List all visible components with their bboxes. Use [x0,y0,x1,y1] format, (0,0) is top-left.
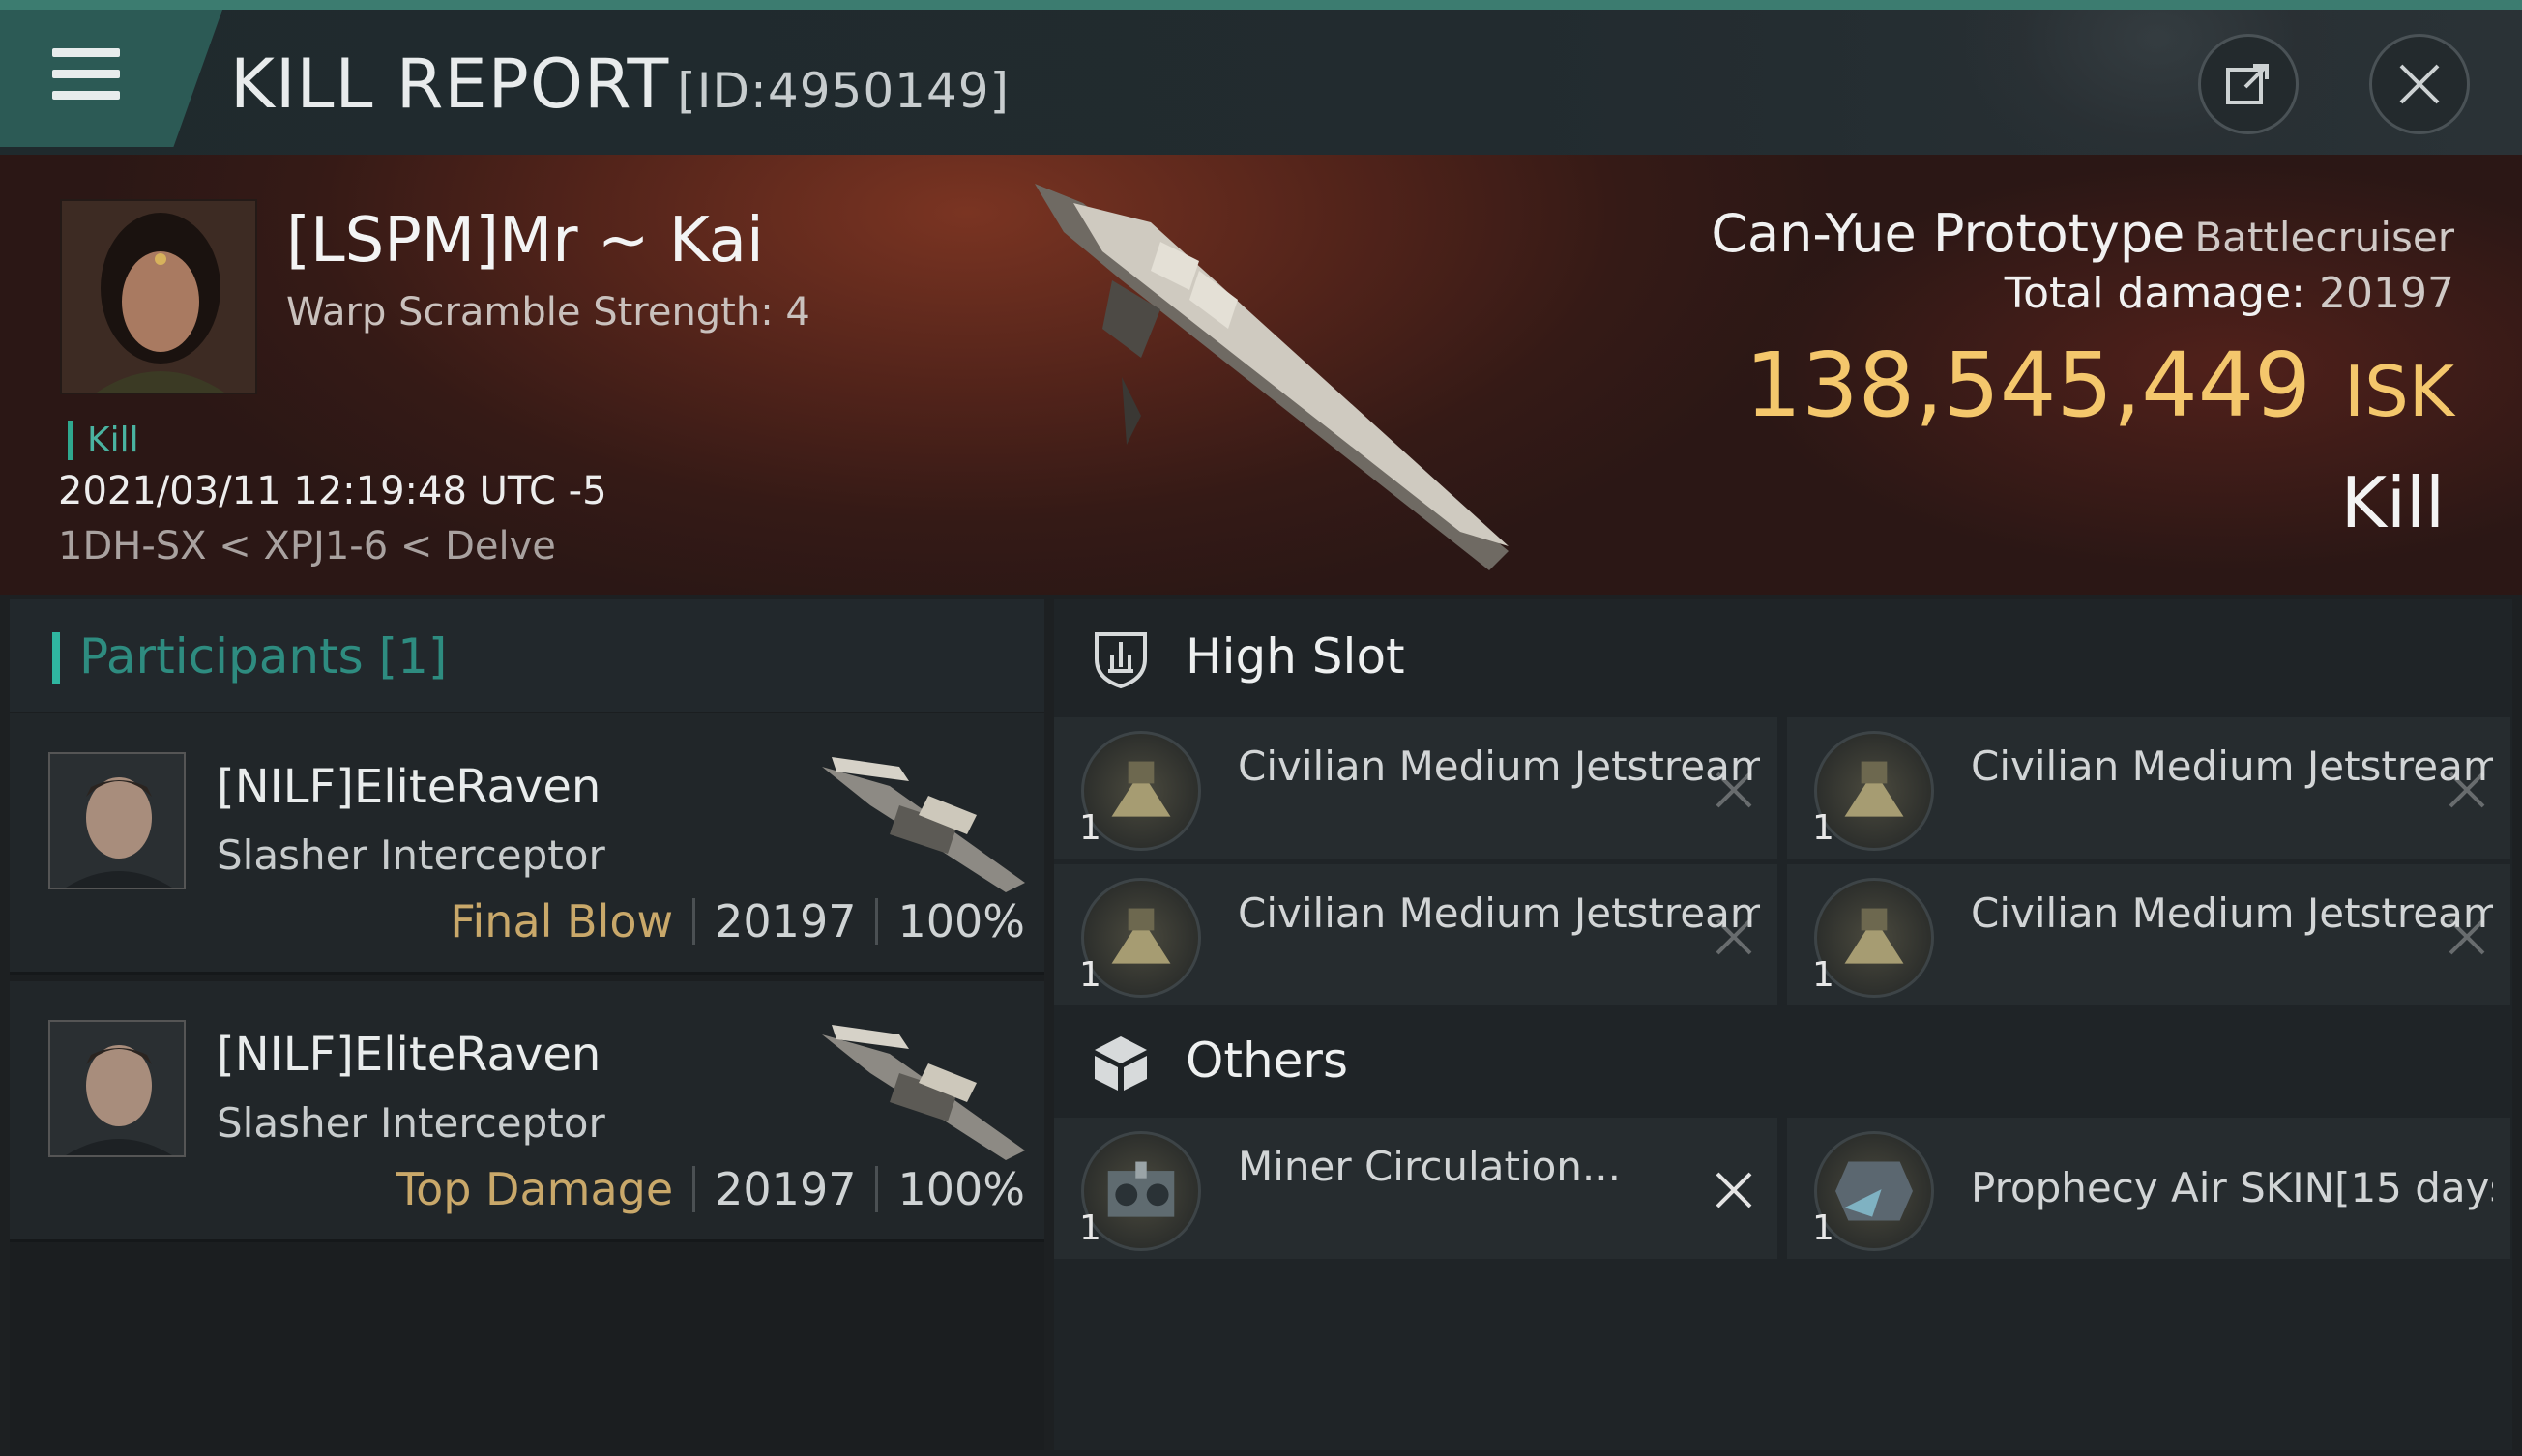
participant-role: Top Damage [396,1163,674,1215]
participant-ship-image [822,1025,1025,1160]
fitting-panel: High Slot 1 Civilian Medium Jetstream...… [1054,599,2512,1450]
module-item[interactable]: 1 Miner Circulation... [1054,1118,1777,1259]
others-header: Others [1054,1004,2512,1116]
page-title: KILL REPORT [ID:4950149] [230,44,1010,124]
participant-percent: 100% [897,1163,1025,1215]
shield-turret-icon [1095,632,1147,689]
item-quantity: 1 [1079,955,1101,995]
ship-class: Battlecruiser [2194,214,2454,261]
warp-scramble-strength: Warp Scramble Strength: 4 [286,290,810,335]
item-quantity: 1 [1812,1208,1834,1248]
participant-name[interactable]: [NILF]EliteRaven [217,760,601,814]
participant-damage: 20197 [715,1163,857,1215]
destroyed-x-icon [1716,918,1752,955]
module-item[interactable]: 1 Civilian Medium Jetstream... [1787,864,2510,1005]
destroyed-x-icon [1716,1172,1752,1208]
kill-tag: Kill [68,421,139,460]
kill-location[interactable]: 1DH-SX < XPJ1-6 < Delve [58,524,556,568]
module-item[interactable]: 1 Civilian Medium Jetstream... [1787,717,2510,859]
victim-banner: [LSPM]Mr ~ Kai Warp Scramble Strength: 4… [0,155,2522,595]
share-button[interactable] [2198,34,2299,134]
item-name: Civilian Medium Jetstream... [1971,743,2493,790]
item-quantity: 1 [1812,955,1834,995]
item-name: Civilian Medium Jetstream... [1238,889,1760,937]
top-accent-line [0,0,2522,10]
participants-header[interactable]: Participants [1] [10,599,1044,712]
kill-datetime: 2021/03/11 12:19:48 UTC -5 [58,469,607,513]
victim-ship-image [1035,184,1509,570]
item-name: Prophecy Air SKIN[15 days] [1971,1164,2493,1211]
divider [692,1166,696,1212]
result-label: Kill [2340,462,2445,543]
isk-unit: ISK [2343,351,2454,432]
participant-card[interactable]: [NILF]EliteRaven Slasher Interceptor Top… [10,981,1044,1242]
total-damage-label: Total damage: [2004,269,2306,318]
victim-ship[interactable]: Can-Yue Prototype Battlecruiser [1711,203,2454,264]
module-item[interactable]: 1 Prophecy Air SKIN[15 days] [1787,1118,2510,1259]
participant-percent: 100% [897,895,1025,947]
item-name: Miner Circulation... [1238,1143,1621,1190]
close-button[interactable] [2369,34,2470,134]
destroyed-x-icon [2449,772,2485,808]
module-item[interactable]: 1 Civilian Medium Jetstream... [1054,717,1777,859]
participant-stats: Top Damage 20197 100% [396,1163,1025,1215]
cube-icon [1095,1036,1147,1091]
total-damage: Total damage: 20197 [2005,269,2454,318]
participant-card[interactable]: [NILF]EliteRaven Slasher Interceptor Fin… [10,713,1044,975]
decorative-planet [1953,10,2360,155]
destroyed-x-icon [1716,772,1752,808]
item-quantity: 1 [1079,1208,1101,1248]
close-icon [2399,64,2440,104]
item-quantity: 1 [1812,808,1834,848]
divider [875,1166,879,1212]
isk-amount: 138,545,449 [1745,334,2311,437]
item-name: Civilian Medium Jetstream... [1238,743,1760,790]
participant-ship-image [822,757,1025,892]
participant-avatar[interactable] [48,1020,186,1157]
module-item[interactable]: 1 Civilian Medium Jetstream... [1054,864,1777,1005]
high-slot-title: High Slot [1186,628,1405,684]
divider [875,898,879,945]
participant-ship: Slasher Interceptor [217,1099,605,1147]
header-accent [52,632,60,684]
participant-ship: Slasher Interceptor [217,831,605,879]
total-damage-value: 20197 [2319,269,2454,318]
participant-role: Final Blow [450,895,674,947]
victim-pilot-name[interactable]: [LSPM]Mr ~ Kai [286,205,764,277]
share-external-icon [2226,64,2269,104]
high-slot-header: High Slot [1054,599,2512,712]
window-header: KILL REPORT [ID:4950149] [0,10,2522,155]
title-text: KILL REPORT [230,44,670,124]
item-quantity: 1 [1079,808,1101,848]
menu-button[interactable] [0,10,222,147]
report-id: [ID:4950149] [677,63,1011,119]
participant-stats: Final Blow 20197 100% [450,895,1025,947]
divider [692,898,696,945]
victim-avatar[interactable] [60,199,257,394]
participant-damage: 20197 [715,895,857,947]
item-name: Civilian Medium Jetstream... [1971,889,2493,937]
participants-title: Participants [1] [79,628,448,684]
ship-name: Can-Yue Prototype [1711,203,2185,264]
participant-avatar[interactable] [48,752,186,889]
destroyed-x-icon [2449,918,2485,955]
participant-name[interactable]: [NILF]EliteRaven [217,1028,601,1082]
isk-value: 138,545,449 ISK [1745,334,2454,437]
others-title: Others [1186,1033,1349,1089]
participants-panel: Participants [1] [NILF]EliteRaven Slashe… [10,599,1044,1450]
